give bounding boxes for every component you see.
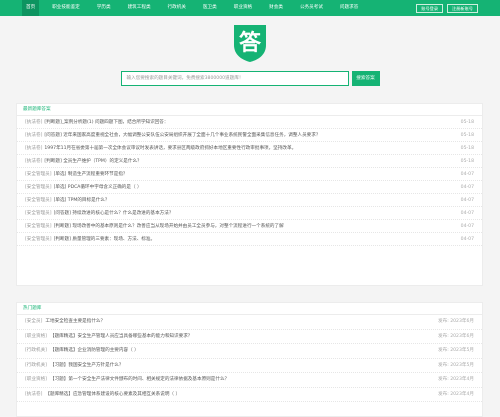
list-item[interactable]: [安全管理员] [判断题] 现场改善中的基本原则是什么？改善应当从现场开始并由员工… xyxy=(17,220,482,233)
list-item[interactable]: [安全管理员] [单选] PDCA循环中字母含义正确的是（ ） 04-07 xyxy=(17,181,482,194)
latest-answers-panel: 最新题库答案 [执法卷] [判断题]_案例分析题(1) 问题四题下图，结合所学知识… xyxy=(16,103,483,286)
item-title-link[interactable]: [单选] TPM的目标是什么？ xyxy=(54,194,455,206)
list-item[interactable]: [安全员] 工地安全检查主要是指什么？ 发布: 2023年6月 xyxy=(17,315,482,330)
list-item[interactable]: [安全管理员] [单选] TPM的目标是什么？ 04-07 xyxy=(17,194,482,207)
item-title-link[interactable]: 1997年11月在省委第十届第一次全体会议审议时发表讲话，要求县区两级政府抓好本… xyxy=(44,142,454,154)
item-category-tag: [执法卷] xyxy=(25,120,43,125)
search-bar: 输入您要搜索的题目关键词，免费搜索3800000道题库！ 搜索答案 xyxy=(0,71,500,86)
item-date: 04-07 xyxy=(460,211,474,216)
item-category-tag: [安全管理员] xyxy=(25,172,52,177)
nav-item-skills[interactable]: 职业技能鉴定 xyxy=(48,0,84,16)
nav-item-government[interactable]: 行政机关 xyxy=(164,0,190,16)
item-date: 发布: 2023年4月 xyxy=(438,377,474,382)
item-title-link[interactable]: [单选] PDCA循环中字母含义正确的是（ ） xyxy=(54,181,455,193)
item-title-link[interactable]: 【习题】我国安全生产方针是什么？ xyxy=(50,359,432,373)
item-category-tag: [安全管理员] xyxy=(25,211,52,216)
item-date: 发布: 2023年5月 xyxy=(438,362,474,368)
latest-answers-list: [执法卷] [判断题]_案例分析题(1) 问题四题下图，结合所学知识回答： 05-1… xyxy=(17,116,482,246)
logo-glyph: 答 xyxy=(239,30,262,56)
item-category-tag: [执法卷] xyxy=(25,146,43,151)
item-category-tag: [安全管理员] xyxy=(25,185,52,190)
item-title-link[interactable]: 【题库精选】应急管理体系建设的核心要素及其相互关系说明（ ） xyxy=(45,388,432,402)
hot-questions-list: [安全员] 工地安全检查主要是指什么？ 发布: 2023年6月 [职业资格] 【题库精选… xyxy=(17,315,482,402)
item-date: 发布: 2023年4月 xyxy=(438,391,474,397)
item-title-link[interactable]: [单选] 制造生产流程重要环节是指？ xyxy=(54,168,455,180)
nav-item-home[interactable]: 首页 xyxy=(22,0,40,16)
item-date: 04-07 xyxy=(460,185,474,190)
item-category-tag: [职业资格] xyxy=(25,333,47,339)
item-category-tag: [执法卷] xyxy=(25,133,43,138)
item-title-link[interactable]: [问答题] 持续改进的核心是什么？什么是改进的基本方法？ xyxy=(54,207,455,219)
latest-answers-heading: 最新题库答案 xyxy=(17,104,482,116)
item-title-link[interactable]: 工地安全检查主要是指什么？ xyxy=(45,315,432,329)
nav-item-qualification[interactable]: 职业资格 xyxy=(230,0,256,16)
list-item[interactable]: [执法卷] 1997年11月在省委第十届第一次全体会议审议时发表讲话，要求县区两级… xyxy=(17,142,482,155)
item-date: 05-18 xyxy=(460,133,474,138)
item-category-tag: [安全管理员] xyxy=(25,198,52,203)
item-date: 发布: 2023年5月 xyxy=(438,348,474,353)
item-title-link[interactable]: 【题库精选】企业消防管理的主要内容（ ） xyxy=(50,344,432,358)
item-category-tag: [安全管理员] xyxy=(25,224,52,229)
item-title-link[interactable]: [判断题]_案例分析题(1) 问题四题下图，结合所学知识回答： xyxy=(44,116,454,128)
item-category-tag: [安全管理员] xyxy=(25,237,52,242)
nav-item-construction[interactable]: 建筑工程类 xyxy=(124,0,155,16)
item-date: 05-18 xyxy=(460,159,474,164)
item-title-link[interactable]: 【题库精选】安全生产管理人员应当具备哪些基本的能力和知识要求？ xyxy=(50,330,432,344)
item-category-tag: [行政机关] xyxy=(25,362,47,368)
item-date: 04-07 xyxy=(460,237,474,242)
item-date: 发布: 2023年6月 xyxy=(438,333,474,339)
search-button[interactable]: 搜索答案 xyxy=(351,71,380,86)
top-navigation-bar: 首页 职业技能鉴定 学历类 建筑工程类 行政机关 医卫类 职业资格 财会类 公务… xyxy=(0,0,500,16)
nav-item-ask[interactable]: 问题求答 xyxy=(336,0,362,16)
list-item[interactable]: [执法卷] [判断题]_案例分析题(1) 问题四题下图，结合所学知识回答： 05-1… xyxy=(17,116,482,129)
login-button[interactable]: 账号登录 xyxy=(416,3,444,13)
item-date: 04-07 xyxy=(460,172,474,177)
list-item[interactable]: [安全管理员] [判断题] 质量管理的三要素：现场、方法、标准。 04-07 xyxy=(17,233,482,246)
list-item[interactable]: [执法卷] [判断题] 全员生产维护（TPM）的定义是什么？ 05-18 xyxy=(17,155,482,168)
item-date: 发布: 2023年6月 xyxy=(438,319,474,324)
item-category-tag: [行政机关] xyxy=(25,348,47,353)
item-title-link[interactable]: [判断题] 质量管理的三要素：现场、方法、标准。 xyxy=(54,233,455,245)
logo-area: 答 xyxy=(0,23,500,63)
account-buttons: 账号登录 注册新账号 xyxy=(416,3,478,13)
list-item[interactable]: [职业资格] 【题库精选】安全生产管理人员应当具备哪些基本的能力和知识要求？ 发布:… xyxy=(17,330,482,344)
site-logo[interactable]: 答 xyxy=(232,23,268,63)
hot-questions-panel: 热门题库 [安全员] 工地安全检查主要是指什么？ 发布: 2023年6月 [职业资格]… xyxy=(16,302,483,417)
item-date: 05-18 xyxy=(460,146,474,151)
list-item[interactable]: [执法卷] 【题库精选】应急管理体系建设的核心要素及其相互关系说明（ ） 发布: 2… xyxy=(17,388,482,402)
list-item[interactable]: [行政机关] 【习题】我国安全生产方针是什么？ 发布: 2023年5月 xyxy=(17,359,482,373)
list-item[interactable]: [安全管理员] [问答题] 持续改进的核心是什么？什么是改进的基本方法？ 04-07 xyxy=(17,207,482,220)
list-item[interactable]: [安全管理员] [单选] 制造生产流程重要环节是指？ 04-07 xyxy=(17,168,482,181)
item-date: 04-07 xyxy=(460,198,474,203)
item-category-tag: [安全员] xyxy=(25,319,43,324)
register-button[interactable]: 注册新账号 xyxy=(447,3,478,13)
item-date: 05-18 xyxy=(460,120,474,125)
list-item[interactable]: [行政机关] 【题库精选】企业消防管理的主要内容（ ） 发布: 2023年5月 xyxy=(17,344,482,359)
list-item[interactable]: [执法卷] [问答题] 近年来国家高度重视全社会，大幅调整公安队伍公安局组织开展了… xyxy=(17,129,482,142)
nav-item-medical[interactable]: 医卫类 xyxy=(199,0,221,16)
hot-questions-heading: 热门题库 xyxy=(17,303,482,315)
item-title-link[interactable]: [判断题] 现场改善中的基本原则是什么？改善应当从现场开始并由员工全员参与，对整… xyxy=(54,220,455,232)
item-title-link[interactable]: 【习题】第一个安全生产法律文件颁布的时间、相关规定的法律依据及基本原则是什么？ xyxy=(50,373,432,387)
item-title-link[interactable]: [问答题] 近年来国家高度重视全社会，大幅调整公安队伍公安局组织开展了全面十几个… xyxy=(44,129,454,141)
item-category-tag: [执法卷] xyxy=(25,391,43,397)
list-item[interactable]: [职业资格] 【习题】第一个安全生产法律文件颁布的时间、相关规定的法律依据及基本原… xyxy=(17,373,482,388)
item-category-tag: [职业资格] xyxy=(25,377,47,382)
search-input[interactable]: 输入您要搜索的题目关键词，免费搜索3800000道题库！ xyxy=(120,71,349,86)
nav-item-accounting[interactable]: 财会类 xyxy=(265,0,287,16)
item-title-link[interactable]: [判断题] 全员生产维护（TPM）的定义是什么？ xyxy=(44,155,454,167)
nav-item-education[interactable]: 学历类 xyxy=(93,0,115,16)
item-category-tag: [执法卷] xyxy=(25,159,43,164)
nav-item-civil-service[interactable]: 公务员考试 xyxy=(296,0,327,16)
item-date: 04-07 xyxy=(460,224,474,229)
